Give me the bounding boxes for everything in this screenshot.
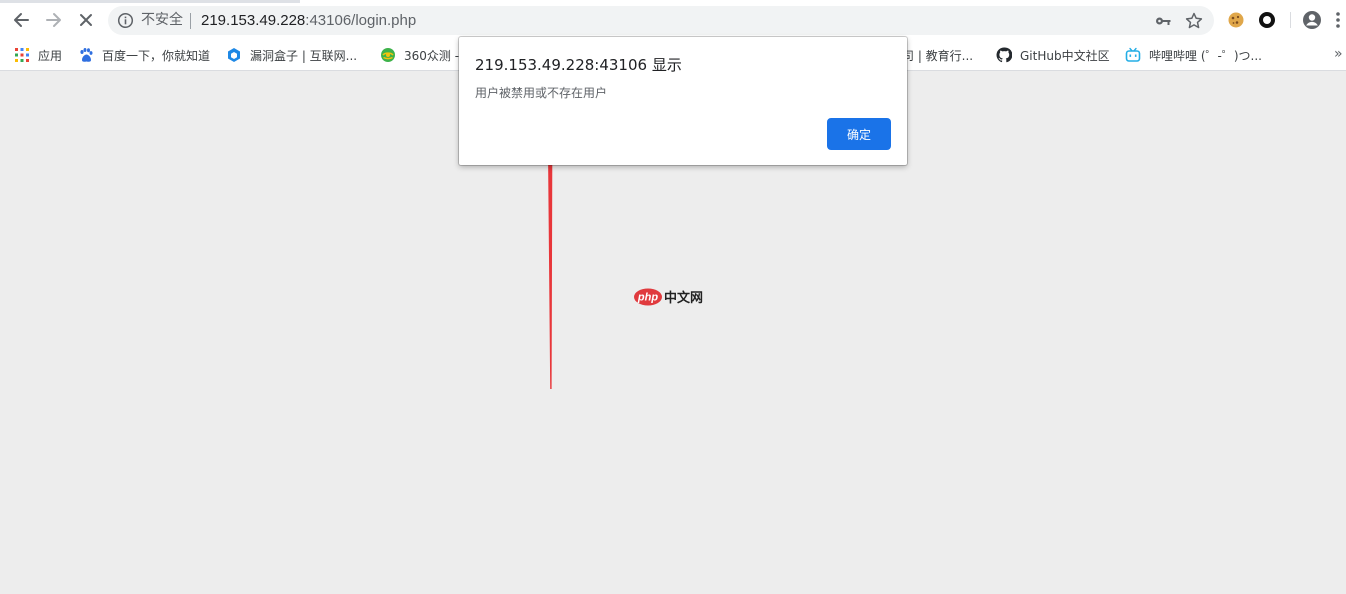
info-icon[interactable]: [117, 12, 134, 29]
360-globe-icon: [381, 48, 395, 62]
ok-button[interactable]: 确定: [827, 118, 891, 150]
php-cn-watermark: php 中文网: [634, 288, 703, 306]
bookmark-label: 360众测 -: [404, 48, 460, 63]
dialog-message: 用户被禁用或不存在用户: [475, 86, 608, 100]
toolbar-divider: [1290, 12, 1291, 28]
bookmark-label: GitHub中文社区: [1020, 48, 1110, 63]
bookmark-label: 漏洞盒子 | 互联网...: [250, 48, 358, 63]
forward-arrow-icon: [46, 13, 61, 27]
bookmark-education[interactable]: 司 | 教育行...: [902, 45, 973, 65]
dialog-title: 219.153.49.228:43106 显示: [475, 56, 682, 74]
close-x-icon: [80, 14, 92, 26]
cookie-icon[interactable]: [1226, 10, 1246, 30]
stop-loading-button[interactable]: [74, 8, 98, 32]
tab-strip-edge: [0, 0, 300, 3]
github-icon: [996, 47, 1012, 63]
bookmark-label: 司 | 教育行...: [902, 48, 974, 63]
bookmark-vulbox[interactable]: 漏洞盒子 | 互联网...: [226, 45, 357, 65]
apps-grid-icon: [15, 48, 29, 62]
watermark-site-name: 中文网: [664, 290, 703, 306]
key-icon[interactable]: [1154, 12, 1172, 30]
vulbox-hexagon-icon: [228, 48, 240, 62]
url-host: 219.153.49.228: [201, 12, 306, 29]
bookmark-360[interactable]: 360众测 -: [380, 45, 459, 65]
forward-button[interactable]: [42, 8, 66, 32]
bookmark-label: 百度一下，你就知道: [102, 48, 211, 63]
address-bar[interactable]: 不安全 219.153.49.228:43106/login.php: [108, 6, 1214, 35]
omnibox-divider: [190, 13, 191, 29]
bilibili-tv-icon: [1125, 47, 1141, 62]
browser-toolbar: 不安全 219.153.49.228:43106/login.php: [0, 0, 1346, 40]
alert-dialog: 219.153.49.228:43106 显示 用户被禁用或不存在用户 确定: [459, 37, 907, 165]
star-icon[interactable]: [1184, 11, 1204, 31]
url-path: :43106/login.php: [305, 12, 417, 29]
php-logo-text: php: [637, 291, 658, 303]
bookmark-github[interactable]: GitHub中文社区: [996, 45, 1110, 65]
bookmark-bilibili[interactable]: 哔哩哔哩 (゜-゜)つ...: [1125, 45, 1262, 65]
circle-extension-icon[interactable]: [1257, 10, 1277, 30]
profile-avatar-icon[interactable]: [1302, 10, 1322, 30]
baidu-paw-icon: [80, 48, 93, 62]
bookmark-baidu[interactable]: 百度一下，你就知道: [78, 45, 210, 65]
bookmark-apps[interactable]: 应用: [14, 45, 62, 65]
bookmark-label: 应用: [38, 48, 63, 63]
back-button[interactable]: [9, 8, 33, 32]
back-arrow-icon: [14, 13, 29, 27]
menu-dots-icon[interactable]: [1328, 10, 1346, 30]
bookmarks-overflow-chevron-icon[interactable]: »: [1334, 46, 1343, 62]
security-status-label[interactable]: 不安全: [141, 12, 183, 29]
url-text[interactable]: 219.153.49.228:43106/login.php: [201, 11, 416, 30]
bookmark-label: 哔哩哔哩 (゜-゜)つ...: [1149, 48, 1262, 63]
